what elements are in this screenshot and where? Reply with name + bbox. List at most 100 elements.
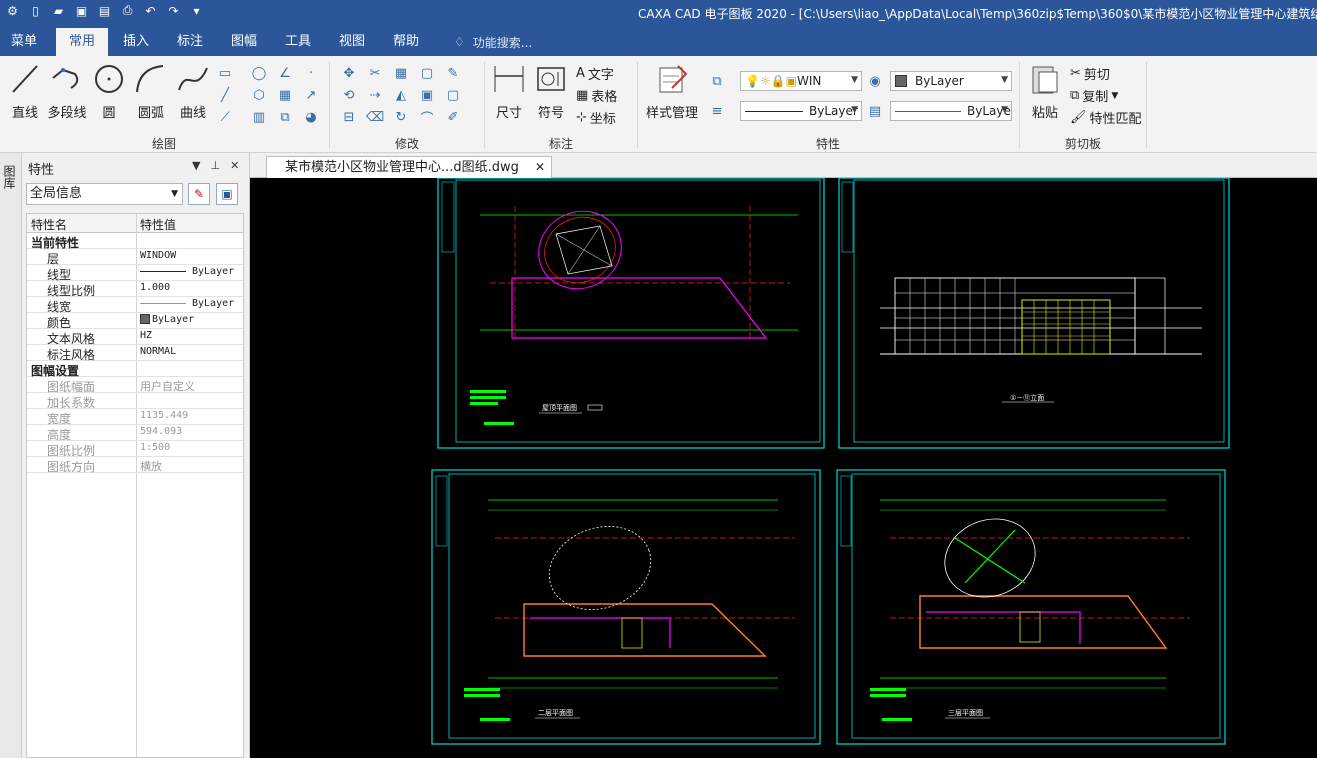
new-file-icon[interactable]: ▯	[27, 2, 44, 19]
line-button[interactable]: 直线	[6, 62, 44, 121]
extend-icon[interactable]: ⇢	[366, 86, 384, 104]
table-row[interactable]: 线型 ByLayer	[27, 265, 243, 282]
copy-object-icon[interactable]: ⟲	[340, 86, 358, 104]
linetype-scale-icon[interactable]: ▤	[866, 102, 884, 120]
layer-manager-icon[interactable]: ⧉	[708, 72, 726, 90]
table-row[interactable]: 线型比例 1.000	[27, 281, 243, 298]
fill-icon[interactable]: ◕	[302, 108, 320, 126]
save-icon[interactable]: ▣	[73, 2, 90, 19]
dimension-button[interactable]: 尺寸	[490, 62, 528, 121]
polyline-button[interactable]: 多段线	[44, 62, 90, 121]
sheet-elevation[interactable]: ①－⑪立面	[838, 178, 1230, 449]
offset-icon[interactable]: ⧉	[276, 108, 294, 126]
customize-toolbar-icon[interactable]: ▾	[188, 2, 205, 19]
table-row[interactable]: 标注风格 NORMAL	[27, 345, 243, 362]
color-combo[interactable]: ByLayer ▼	[890, 71, 1012, 91]
print-icon[interactable]: ⎙	[119, 2, 136, 19]
table-button[interactable]: ▦ 表格	[576, 86, 617, 105]
close-icon[interactable]: ✕	[230, 159, 239, 172]
tab-common[interactable]: 常用	[56, 28, 108, 56]
arc-button[interactable]: 圆弧	[132, 62, 170, 121]
lineweight-combo[interactable]: ByLaye ▼	[890, 101, 1012, 121]
curve-button[interactable]: 曲线	[174, 62, 212, 121]
table-row[interactable]: 图纸方向 横放	[27, 457, 243, 474]
feature-search[interactable]: ♢ 功能搜索...	[454, 28, 532, 56]
paste-button[interactable]: 粘贴	[1026, 62, 1064, 121]
style-manager-button[interactable]: 样式管理	[642, 62, 702, 121]
scope-select[interactable]: 全局信息 ▼	[26, 183, 183, 205]
scale-icon[interactable]: ▢	[418, 64, 436, 82]
sheet-roof-plan[interactable]: 屋顶平面图	[437, 178, 825, 449]
close-icon[interactable]: ✕	[535, 157, 545, 178]
symbol-button[interactable]: 符号	[532, 62, 570, 121]
table-row[interactable]: 层 WINDOW	[27, 249, 243, 266]
table-row[interactable]: 高度 594.093	[27, 425, 243, 442]
cut-button[interactable]: ✂ 剪切	[1070, 64, 1110, 83]
sheet-third-floor[interactable]: 三层平面图	[836, 469, 1226, 745]
title-bar: ⚙ ▯ ▰ ▣ ▤ ⎙ ↶ ↷ ▾ CAXA CAD 电子图板 2020 - […	[0, 0, 1317, 28]
mirror-icon[interactable]: ◭	[392, 86, 410, 104]
explode-icon[interactable]: ▢	[444, 86, 462, 104]
lineweight-list-icon[interactable]: ≡	[708, 102, 726, 120]
group-row-current[interactable]: 当前特性	[27, 233, 243, 250]
point-icon[interactable]: ·	[302, 64, 320, 82]
angle-icon[interactable]: ∠	[276, 64, 294, 82]
text-button[interactable]: A 文字	[576, 64, 614, 83]
library-side-tab[interactable]: 图库	[0, 153, 22, 758]
array-icon[interactable]: ▦	[392, 64, 410, 82]
hatch-icon[interactable]: ▦	[276, 86, 294, 104]
table-row[interactable]: 图纸比例 1:500	[27, 441, 243, 458]
save-all-icon[interactable]: ▤	[96, 2, 113, 19]
tab-help[interactable]: 帮助	[382, 28, 430, 56]
undo-icon[interactable]: ↶	[142, 2, 159, 19]
break-icon[interactable]: ⊟	[340, 108, 358, 126]
document-tab[interactable]: 某市模范小区物业管理中心...d图纸.dwg ✕	[266, 156, 552, 178]
tab-annotate[interactable]: 标注	[166, 28, 214, 56]
block-icon[interactable]: ▥	[250, 108, 268, 126]
match-properties-button[interactable]: 🖌 特性匹配	[1070, 108, 1142, 127]
rotate-icon[interactable]: ↻	[392, 108, 410, 126]
rectangle-icon[interactable]: ▭	[216, 64, 234, 82]
color-wheel-icon[interactable]: ◉	[866, 72, 884, 90]
tab-tools[interactable]: 工具	[274, 28, 322, 56]
coordinate-button[interactable]: ⊹ 坐标	[576, 108, 616, 127]
open-folder-icon[interactable]: ▰	[50, 2, 67, 19]
brush-icon[interactable]: ✎	[444, 64, 462, 82]
table-row[interactable]: 宽度 1135.449	[27, 409, 243, 426]
sheet-second-floor[interactable]: 二层平面图	[431, 469, 821, 745]
sheet-frame	[437, 178, 825, 449]
copy-button[interactable]: ⧉ 复制 ▼	[1070, 86, 1118, 105]
construction-line-icon[interactable]: ⟋	[216, 108, 234, 126]
redo-icon[interactable]: ↷	[165, 2, 182, 19]
circle-button[interactable]: 圆	[90, 62, 128, 121]
arrow-icon[interactable]: ↗	[302, 86, 320, 104]
tab-view[interactable]: 视图	[328, 28, 376, 56]
pin-icon[interactable]: ⊥	[210, 159, 220, 172]
delete-icon[interactable]: ⌫	[366, 108, 384, 126]
app-icon[interactable]: ⚙	[4, 2, 21, 19]
clear-selection-button[interactable]: ✎	[188, 183, 210, 205]
table-row[interactable]: 颜色 ByLayer	[27, 313, 243, 330]
polygon-icon[interactable]: ⬡	[250, 86, 268, 104]
trim-icon[interactable]: ✂	[366, 64, 384, 82]
table-row[interactable]: 线宽 ByLayer	[27, 297, 243, 314]
linetype-combo[interactable]: ByLayer ▼	[740, 101, 862, 121]
quick-select-button[interactable]: ▣	[216, 183, 238, 205]
tab-insert[interactable]: 插入	[112, 28, 160, 56]
group-row-sheet[interactable]: 图幅设置	[27, 361, 243, 378]
table-row[interactable]: 图纸幅面 用户自定义	[27, 377, 243, 394]
edit-icon[interactable]: ✐	[444, 108, 462, 126]
layer-combo[interactable]: 💡☼🔒▣ WIN ▼	[740, 71, 862, 91]
stretch-icon[interactable]: ▣	[418, 86, 436, 104]
table-row[interactable]: 加长系数	[27, 393, 243, 410]
ellipse-icon[interactable]: ◯	[250, 64, 268, 82]
pen-icon[interactable]: ╱	[216, 86, 234, 104]
move-icon[interactable]: ✥	[340, 64, 358, 82]
table-row[interactable]: 文本风格 HZ	[27, 329, 243, 346]
tab-sheet[interactable]: 图幅	[220, 28, 268, 56]
fillet-icon[interactable]: ⌒	[418, 108, 436, 127]
facade-grid	[895, 278, 1135, 354]
chevron-down-icon[interactable]: ▼	[192, 159, 200, 172]
menu-main[interactable]: 菜单	[0, 28, 48, 56]
drawing-canvas[interactable]: 屋顶平面图 ①－⑪立面 二层平面图 三层平面图	[250, 178, 1317, 758]
